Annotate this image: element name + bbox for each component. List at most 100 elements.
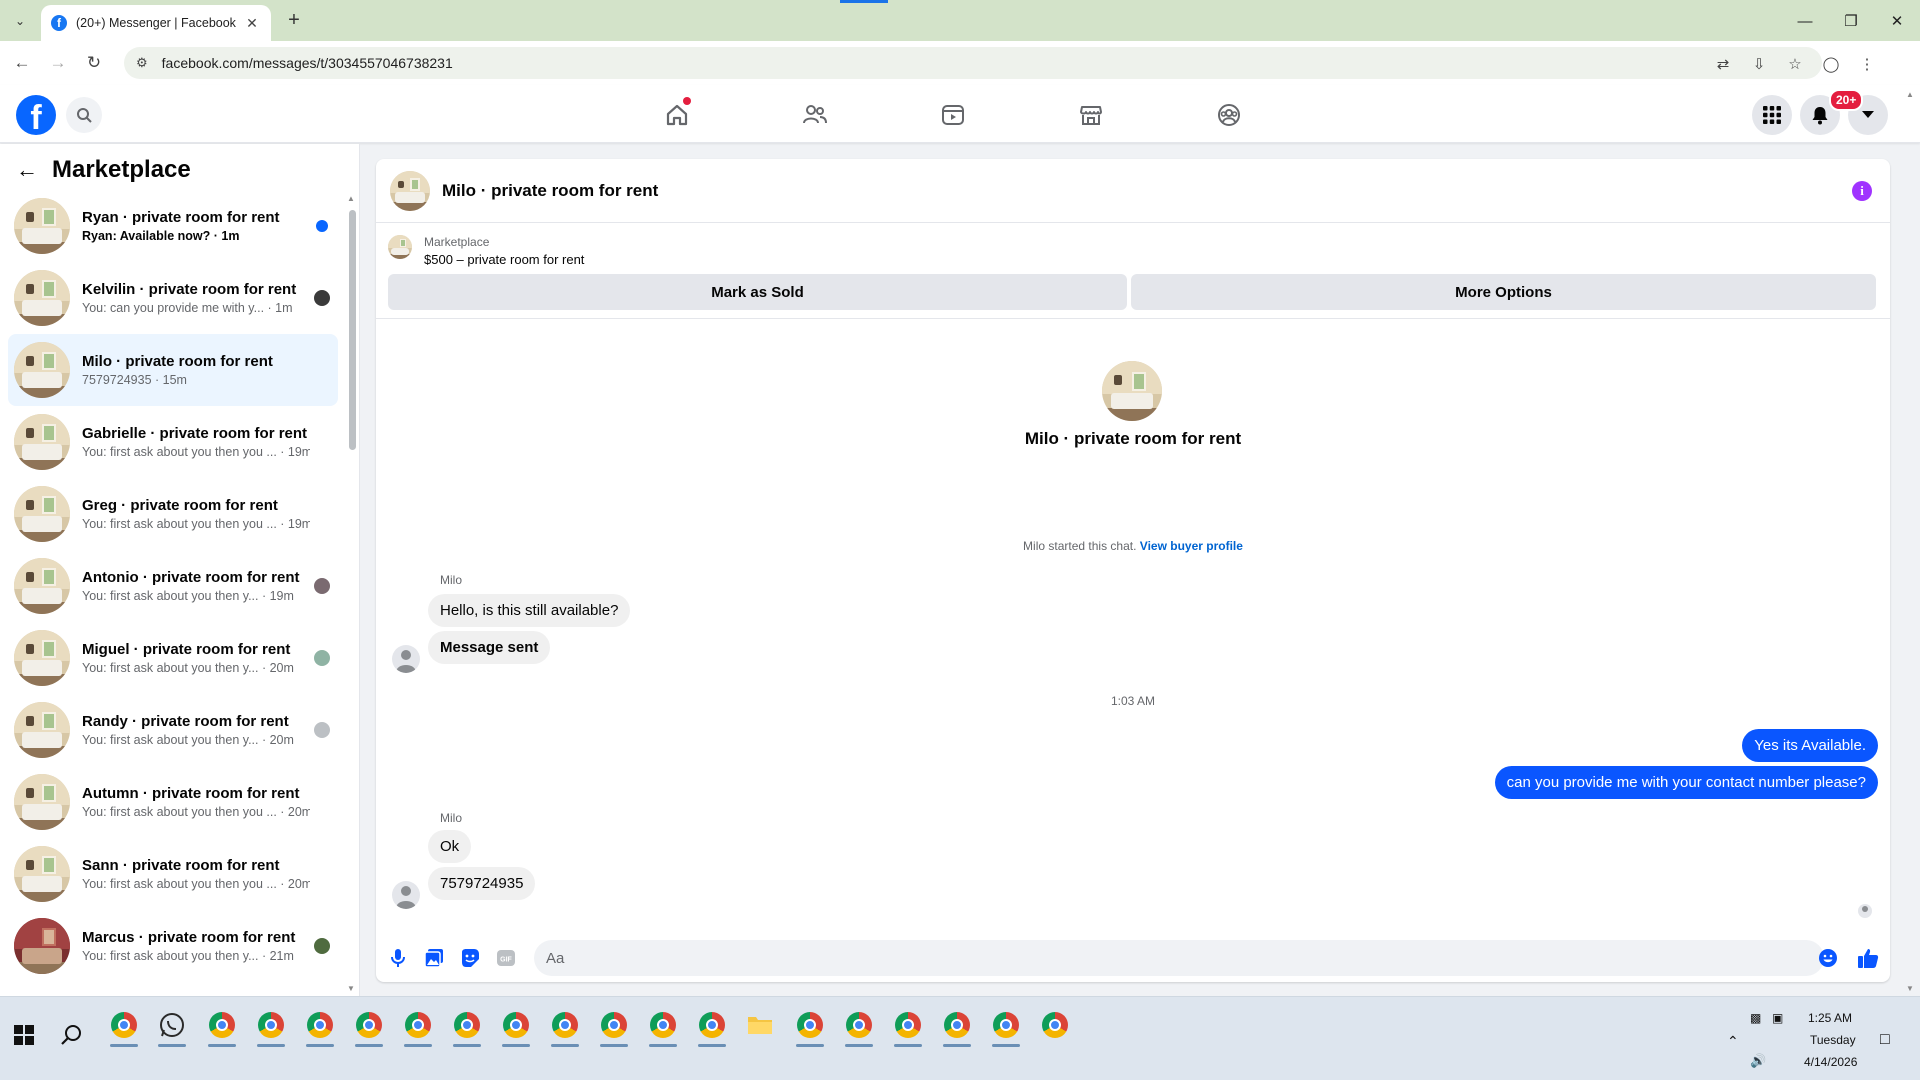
taskbar-chrome-app[interactable]	[696, 1009, 728, 1047]
back-arrow-icon[interactable]: ←	[16, 157, 38, 183]
sender-avatar[interactable]	[392, 881, 420, 909]
taskbar-chrome-app[interactable]	[941, 1009, 973, 1047]
taskbar-chrome-app[interactable]	[843, 1009, 875, 1047]
taskbar-chrome-app[interactable]	[304, 1009, 336, 1047]
start-button[interactable]	[8, 1019, 40, 1051]
conversation-item[interactable]: Marcus · private room for rent You: first…	[8, 910, 338, 982]
address-bar[interactable]: ⚙ facebook.com/messages/t/30345570467382…	[124, 47, 1822, 79]
conversation-name: Ryan · private room for rent	[82, 209, 280, 226]
minimize-icon[interactable]: —	[1782, 8, 1828, 34]
outgoing-message[interactable]: Yes its Available.	[1742, 729, 1878, 762]
search-button[interactable]	[66, 97, 102, 133]
reload-icon[interactable]: ↻	[82, 51, 106, 75]
page-scroll-up-icon[interactable]: ▲	[1906, 90, 1914, 99]
attach-media-button[interactable]	[422, 946, 446, 970]
nav-video[interactable]	[933, 97, 973, 133]
tab-search-chevron-icon[interactable]: ⌄	[8, 10, 32, 32]
taskbar-chrome-app[interactable]	[206, 1009, 238, 1047]
taskbar-chrome-app[interactable]	[1039, 1009, 1071, 1041]
install-app-icon[interactable]: ⇩	[1750, 55, 1768, 73]
nav-friends[interactable]	[795, 97, 835, 133]
outgoing-message[interactable]: can you provide me with your contact num…	[1494, 766, 1878, 799]
sticker-button[interactable]	[458, 946, 482, 970]
conversation-item[interactable]: Autumn · private room for rent You: first…	[8, 766, 338, 838]
incoming-message[interactable]: Message sent	[428, 631, 551, 664]
taskbar-chrome-app[interactable]	[451, 1009, 483, 1047]
taskbar-whatsapp-app[interactable]	[156, 1009, 188, 1047]
taskbar-chrome-app[interactable]	[549, 1009, 581, 1047]
chat-title[interactable]: Milo · private room for rent	[442, 181, 658, 201]
sender-avatar[interactable]	[392, 645, 420, 673]
network-icon[interactable]: ▣	[1772, 1011, 1783, 1025]
nav-groups[interactable]	[1209, 97, 1249, 133]
forward-arrow-icon[interactable]: →	[46, 51, 70, 75]
listing-thumbnail[interactable]	[388, 235, 412, 259]
bookmark-star-icon[interactable]: ☆	[1786, 55, 1804, 73]
conversation-item[interactable]: Greg · private room for rent You: first a…	[8, 478, 338, 550]
taskbar-chrome-app[interactable]	[794, 1009, 826, 1047]
chrome-icon	[797, 1012, 823, 1038]
conversation-item-active[interactable]: Milo · private room for rent 7579724935 ·…	[8, 334, 338, 406]
incoming-message[interactable]: Hello, is this still available?	[428, 594, 631, 627]
taskbar-chrome-app[interactable]	[353, 1009, 385, 1047]
restore-icon[interactable]: ❐	[1828, 8, 1874, 34]
taskbar-chrome-app[interactable]	[892, 1009, 924, 1047]
more-options-button[interactable]: More Options	[1131, 274, 1876, 310]
incoming-message[interactable]: Ok	[428, 830, 472, 863]
conversation-item[interactable]: Antonio · private room for rent You: firs…	[8, 550, 338, 622]
taskbar-file-explorer[interactable]	[744, 1009, 776, 1041]
sidebar-scrollbar[interactable]	[349, 210, 356, 450]
notification-center-icon[interactable]: □	[1880, 1031, 1890, 1049]
profile-icon[interactable]: ◯	[1822, 55, 1840, 73]
nav-marketplace[interactable]	[1071, 97, 1111, 133]
conversation-item[interactable]: Gabrielle · private room for rent You: fi…	[8, 406, 338, 478]
site-info-icon[interactable]: ⚙	[136, 55, 148, 71]
new-tab-plus-icon[interactable]: +	[282, 9, 306, 31]
tab-close-icon[interactable]: ✕	[243, 15, 261, 32]
taskbar-chrome-app[interactable]	[500, 1009, 532, 1047]
conversation-item[interactable]: Ryan · private room for rent Ryan: Availa…	[8, 190, 338, 262]
chat-avatar[interactable]	[390, 170, 430, 211]
back-arrow-icon[interactable]: ←	[10, 51, 34, 75]
chrome-icon	[846, 1012, 872, 1038]
conversation-preview: You: can you provide me with y... · 1m	[82, 301, 293, 315]
facebook-logo-icon[interactable]: f	[16, 95, 56, 135]
incoming-message[interactable]: 7579724935	[428, 867, 536, 900]
show-hidden-icons-icon[interactable]: ⌃	[1727, 1033, 1739, 1050]
window-close-icon[interactable]: ✕	[1874, 8, 1920, 34]
menu-button[interactable]	[1752, 95, 1792, 135]
view-buyer-profile-link[interactable]: View buyer profile	[1140, 539, 1243, 553]
taskbar-chrome-app[interactable]	[990, 1009, 1022, 1047]
chrome-icon	[454, 1012, 480, 1038]
microphone-button[interactable]	[386, 946, 410, 970]
emoji-button[interactable]	[1816, 946, 1840, 970]
translate-icon[interactable]: ⇄	[1714, 55, 1732, 73]
taskbar-chrome-app[interactable]	[108, 1009, 140, 1047]
listing-price-title[interactable]: $500 – private room for rent	[424, 252, 584, 267]
page-scroll-down-icon[interactable]: ▼	[1906, 984, 1914, 993]
message-input[interactable]	[534, 940, 1824, 976]
conversation-item[interactable]: Randy · private room for rent You: first …	[8, 694, 338, 766]
clock-date[interactable]: 4/14/2026	[1804, 1055, 1857, 1069]
taskbar-chrome-app[interactable]	[598, 1009, 630, 1047]
taskbar-chrome-app[interactable]	[255, 1009, 287, 1047]
nav-home[interactable]	[657, 97, 697, 133]
conversation-item[interactable]: Miguel · private room for rent You: first…	[8, 622, 338, 694]
conversation-item[interactable]: Sann · private room for rent You: first a…	[8, 838, 338, 910]
gif-button[interactable]: GIF	[494, 946, 518, 970]
scroll-up-icon[interactable]: ▲	[347, 194, 355, 203]
browser-tab-messenger[interactable]: f (20+) Messenger | Facebook ✕	[41, 5, 271, 41]
conversation-item[interactable]: Kelvilin · private room for rent You: can…	[8, 262, 338, 334]
taskbar-chrome-app[interactable]	[402, 1009, 434, 1047]
taskbar-search-button[interactable]	[56, 1019, 88, 1051]
browser-menu-icon[interactable]: ⋮	[1858, 55, 1876, 73]
clock-day[interactable]: Tuesday	[1810, 1033, 1856, 1047]
volume-icon[interactable]: 🔊	[1750, 1053, 1766, 1069]
like-button[interactable]	[1856, 946, 1880, 970]
taskbar-chrome-app[interactable]	[647, 1009, 679, 1047]
info-icon[interactable]: i	[1852, 181, 1872, 201]
clock-time[interactable]: 1:25 AM	[1808, 1011, 1852, 1025]
scroll-down-icon[interactable]: ▼	[347, 984, 355, 993]
meet-now-icon[interactable]: ▩	[1750, 1011, 1761, 1025]
mark-as-sold-button[interactable]: Mark as Sold	[388, 274, 1127, 310]
